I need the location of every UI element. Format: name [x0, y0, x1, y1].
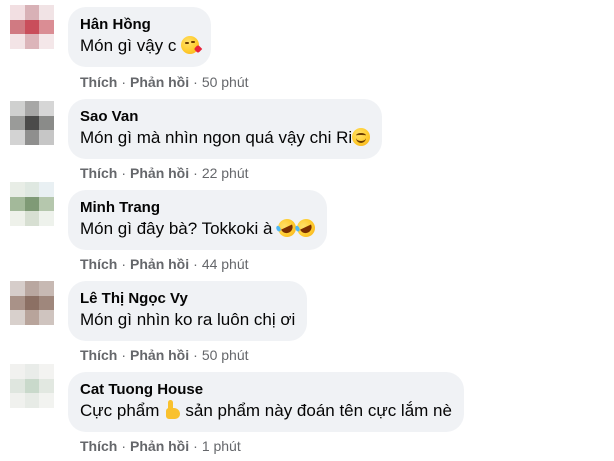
- comment-bubble: Minh Trang Món gì đây bà? Tokkoki à: [68, 190, 328, 250]
- reply-link[interactable]: Phản hồi: [130, 347, 189, 363]
- separator-dot: ·: [121, 347, 127, 363]
- avatar[interactable]: [10, 281, 54, 325]
- like-link[interactable]: Thích: [80, 438, 117, 454]
- separator-dot: ·: [193, 347, 198, 363]
- comment-actions: Thích · Phản hồi · 50 phút: [80, 346, 249, 364]
- comment-timestamp[interactable]: 50 phút: [202, 347, 249, 363]
- comment-author[interactable]: Sao Van: [80, 107, 370, 126]
- reply-link[interactable]: Phản hồi: [130, 256, 189, 272]
- comment-text: Món gì mà nhìn ngon quá vậy chi Ri: [80, 126, 371, 150]
- smiling-face-icon: [352, 128, 371, 146]
- avatar[interactable]: [10, 5, 54, 49]
- comment-timestamp[interactable]: 22 phút: [202, 165, 249, 181]
- comment-timestamp[interactable]: 1 phút: [202, 438, 241, 454]
- avatar[interactable]: [10, 101, 54, 145]
- comment-item: Cat Tuong House Cực phẩm sản phẩm này đoá…: [0, 364, 614, 455]
- comment-author[interactable]: Lê Thị Ngọc Vy: [80, 289, 295, 308]
- reply-link[interactable]: Phản hồi: [130, 74, 189, 90]
- separator-dot: ·: [193, 256, 198, 272]
- reply-link[interactable]: Phản hồi: [130, 438, 189, 454]
- comment-bubble: Cat Tuong House Cực phẩm sản phẩm này đoá…: [68, 372, 464, 432]
- comment-bubble: Lê Thị Ngọc Vy Món gì nhìn ko ra luôn ch…: [68, 281, 308, 341]
- like-link[interactable]: Thích: [80, 74, 117, 90]
- rolling-laughing-face-icon: [294, 216, 319, 240]
- comment-actions: Thích · Phản hồi · 1 phút: [80, 437, 241, 455]
- comment-author[interactable]: Cat Tuong House: [80, 380, 452, 399]
- comment-actions: Thích · Phản hồi · 44 phút: [80, 255, 249, 273]
- avatar[interactable]: [10, 364, 54, 408]
- comment-item: Minh Trang Món gì đây bà? Tokkoki à Thíc…: [0, 182, 614, 273]
- comment-bubble: Hân Hồng Món gì vậy c: [68, 7, 212, 67]
- comment-item: Sao Van Món gì mà nhìn ngon quá vậy chi …: [0, 91, 614, 182]
- comment-text: Cực phẩm sản phẩm này đoán tên cực lắm nè: [80, 399, 452, 420]
- comment-author[interactable]: Hân Hồng: [80, 15, 199, 34]
- comment-author[interactable]: Minh Trang: [80, 198, 315, 217]
- separator-dot: ·: [193, 74, 198, 90]
- comment-actions: Thích · Phản hồi · 50 phút: [80, 73, 249, 91]
- like-link[interactable]: Thích: [80, 256, 117, 272]
- separator-dot: ·: [121, 438, 127, 454]
- like-link[interactable]: Thích: [80, 347, 117, 363]
- separator-dot: ·: [121, 256, 127, 272]
- separator-dot: ·: [121, 74, 127, 90]
- comment-timestamp[interactable]: 44 phút: [202, 256, 249, 272]
- comment-text: Món gì nhìn ko ra luôn chị ơi: [80, 310, 296, 329]
- reply-link[interactable]: Phản hồi: [130, 165, 189, 181]
- kiss-face-icon: [181, 36, 203, 54]
- separator-dot: ·: [121, 165, 127, 181]
- comment-bubble: Sao Van Món gì mà nhìn ngon quá vậy chi …: [68, 99, 383, 159]
- separator-dot: ·: [193, 438, 198, 454]
- comment-item: Hân Hồng Món gì vậy c Thích · Phản hồi · 50 …: [0, 0, 614, 91]
- like-link[interactable]: Thích: [80, 165, 117, 181]
- separator-dot: ·: [193, 165, 198, 181]
- comment-item: Lê Thị Ngọc Vy Món gì nhìn ko ra luôn ch…: [0, 273, 614, 364]
- comment-text: Món gì đây bà? Tokkoki à: [80, 216, 319, 241]
- avatar[interactable]: [10, 182, 54, 226]
- thumbs-up-icon: [163, 399, 181, 419]
- comment-timestamp[interactable]: 50 phút: [202, 74, 249, 90]
- comment-text: Món gì vậy c: [80, 34, 203, 58]
- comment-actions: Thích · Phản hồi · 22 phút: [80, 164, 249, 182]
